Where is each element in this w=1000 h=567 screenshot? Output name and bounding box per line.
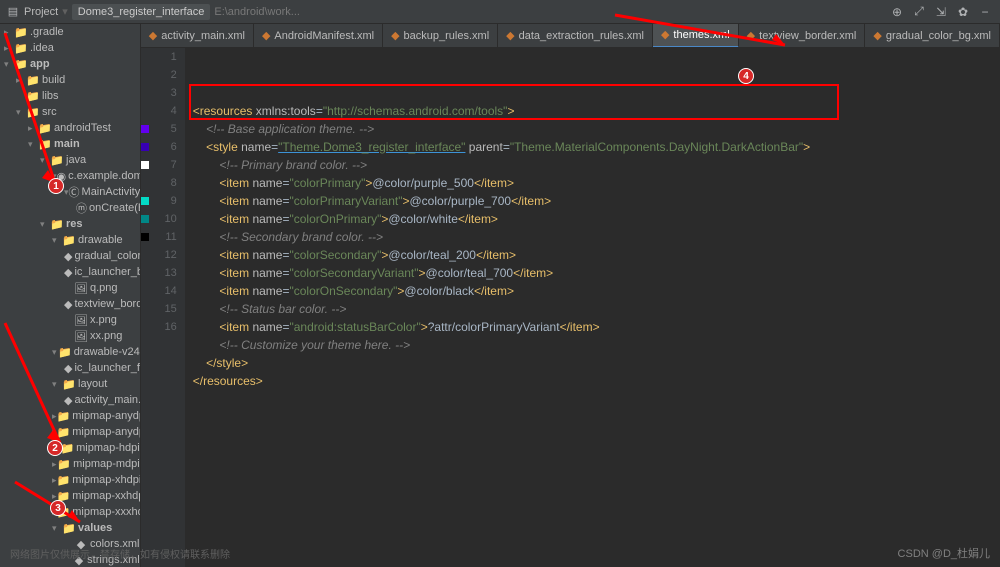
tree-item-values[interactable]: ▾📁values <box>0 520 140 536</box>
tree-item-x-png[interactable]: 🖼x.png <box>0 312 140 328</box>
tree-item-mipmap-mdpi[interactable]: ▸📁mipmap-mdpi <box>0 456 140 472</box>
tree-item-androidTest[interactable]: ▸📁androidTest <box>0 120 140 136</box>
tree-item-drawable-v24[interactable]: ▾📁drawable-v24 <box>0 344 140 360</box>
tree-item-gradual_color_bg-xml[interactable]: ◆gradual_color_bg.xml <box>0 248 140 264</box>
tree-item-mipmap-xxhdpi[interactable]: ▸📁mipmap-xxhdpi <box>0 488 140 504</box>
tree-item-layout[interactable]: ▾📁layout <box>0 376 140 392</box>
toolbar: ▤ Project ▾ Dome3_register_interface E:\… <box>0 0 1000 24</box>
code-area[interactable]: <resources xmlns:tools="http://schemas.a… <box>185 48 1000 567</box>
tree-item-drawable[interactable]: ▾📁drawable <box>0 232 140 248</box>
tree-item-mipmap-xxxhdpi[interactable]: ▸📁mipmap-xxxhdpi <box>0 504 140 520</box>
tab-backup_rules-xml[interactable]: ◆backup_rules.xml <box>383 24 498 48</box>
tree-item-c-example-dome3_register_inte[interactable]: ▾◉c.example.dome3_register_inte <box>0 168 140 184</box>
tree-item-build[interactable]: ▸📁build <box>0 72 140 88</box>
tree-item-mipmap-anydpi-v33[interactable]: ▸📁mipmap-anydpi-v33 <box>0 424 140 440</box>
tab-activity_main-xml[interactable]: ◆activity_main.xml <box>141 24 254 48</box>
tree-item-res[interactable]: ▾📁res <box>0 216 140 232</box>
project-dropdown[interactable]: Dome3_register_interface <box>72 4 211 20</box>
project-label: Project <box>24 6 58 18</box>
xml-file-icon: ◆ <box>506 29 514 42</box>
watermark: CSDN @D_杜娟儿 <box>898 545 990 561</box>
editor-tabs: ◆activity_main.xml◆AndroidManifest.xml◆b… <box>141 24 1000 48</box>
gutter: 12345678910111213141516 <box>141 48 185 567</box>
project-tree[interactable]: ▸📁.gradle▸📁.idea▾📁app▸📁build📁libs▾📁src▸📁… <box>0 24 141 567</box>
project-tool-icon[interactable]: ▤ <box>6 5 20 19</box>
tab-AndroidManifest-xml[interactable]: ◆AndroidManifest.xml <box>254 24 383 48</box>
tree-item-activity_main-xml[interactable]: ◆activity_main.xml <box>0 392 140 408</box>
color-swatch[interactable] <box>141 233 149 241</box>
xml-file-icon: ◆ <box>391 29 399 42</box>
tree-item-mipmap-hdpi[interactable]: ▸📁mipmap-hdpi <box>0 440 140 456</box>
tree-item-main[interactable]: ▾📁main <box>0 136 140 152</box>
color-swatch[interactable] <box>141 215 149 223</box>
color-swatch[interactable] <box>141 161 149 169</box>
tab-themes-xml[interactable]: ◆themes.xml <box>653 24 739 48</box>
tree-item-textview_border-xml[interactable]: ◆textview_border.xml <box>0 296 140 312</box>
xml-file-icon: ◆ <box>149 29 157 42</box>
tree-item-ic_launcher_foreground-xml[interactable]: ◆ic_launcher_foreground.xml <box>0 360 140 376</box>
settings-icon[interactable]: ✿ <box>956 5 970 19</box>
tree-item-mipmap-xhdpi[interactable]: ▸📁mipmap-xhdpi <box>0 472 140 488</box>
tree-item-onCreate-Bundle-void[interactable]: ⓜonCreate(Bundle):void <box>0 200 140 216</box>
tree-item-q-png[interactable]: 🖼q.png <box>0 280 140 296</box>
tree-item-java[interactable]: ▾📁java <box>0 152 140 168</box>
tree-item--gradle[interactable]: ▸📁.gradle <box>0 24 140 40</box>
tree-item-xx-png[interactable]: 🖼xx.png <box>0 328 140 344</box>
xml-file-icon: ◆ <box>747 29 755 42</box>
color-swatch[interactable] <box>141 125 149 133</box>
tree-item-libs[interactable]: 📁libs <box>0 88 140 104</box>
project-name: Dome3_register_interface <box>78 6 205 18</box>
collapse-icon[interactable]: ⇲ <box>934 5 948 19</box>
tree-item-MainActivity[interactable]: ▾ⒸMainActivity <box>0 184 140 200</box>
tree-item--idea[interactable]: ▸📁.idea <box>0 40 140 56</box>
project-path: E:\android\work... <box>214 6 300 18</box>
xml-file-icon: ◆ <box>262 29 270 42</box>
tree-item-app[interactable]: ▾📁app <box>0 56 140 72</box>
expand-icon[interactable]: ⤢ <box>912 5 926 19</box>
tab-data_extraction_rules-xml[interactable]: ◆data_extraction_rules.xml <box>498 24 653 48</box>
tree-item-ic_launcher_background-xm[interactable]: ◆ic_launcher_background.xm <box>0 264 140 280</box>
color-swatch[interactable] <box>141 143 149 151</box>
code-editor[interactable]: 12345678910111213141516 <resources xmlns… <box>141 48 1000 567</box>
tab-gradual_color_bg-xml[interactable]: ◆gradual_color_bg.xml <box>865 24 1000 48</box>
xml-file-icon: ◆ <box>873 29 881 42</box>
xml-file-icon: ◆ <box>661 28 669 41</box>
tree-item-src[interactable]: ▾📁src <box>0 104 140 120</box>
color-swatch[interactable] <box>141 197 149 205</box>
watermark-footer: 网络图片仅供展示，禁存储，如有侵权请联系删除 <box>10 546 230 561</box>
tree-item-mipmap-anydpi-v26[interactable]: ▸📁mipmap-anydpi-v26 <box>0 408 140 424</box>
hide-icon[interactable]: − <box>978 5 992 19</box>
tab-textview_border-xml[interactable]: ◆textview_border.xml <box>739 24 866 48</box>
target-icon[interactable]: ⊕ <box>890 5 904 19</box>
